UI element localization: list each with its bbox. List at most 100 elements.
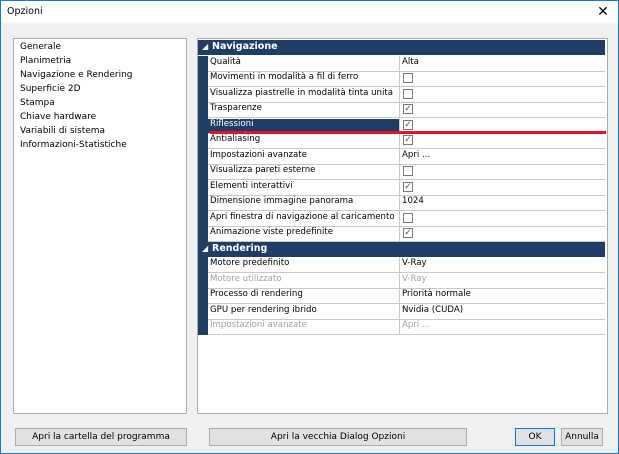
property-row[interactable]: Impostazioni avanzate Apri ... [198,319,605,335]
property-row[interactable]: Elementi interattivi ✓ [198,179,605,196]
column-divider [399,257,400,273]
property-row[interactable]: Impostazioni avanzate Apri ... [198,148,605,165]
nav-item[interactable]: Navigazione e Rendering [20,70,133,80]
column-divider [399,288,400,304]
options-category-list: Generale Planimetria Navigazione e Renderi… [13,38,187,414]
row-gutter [198,257,208,273]
property-name: Visualizza pareti esterne [210,165,316,175]
nav-item[interactable]: Informazioni-Statistiche [20,140,127,150]
property-value[interactable]: Alta [402,57,419,71]
cancel-button[interactable]: Annulla [561,428,603,446]
nav-item[interactable]: Variabili di sistema [20,126,105,136]
nav-item[interactable]: Superficie 2D [20,84,81,94]
column-divider [399,164,400,180]
property-name: Visualizza piastrelle in modalità tinta … [210,87,393,98]
nav-item[interactable]: Chiave hardware [20,112,96,122]
property-value[interactable]: 1024 [402,196,424,210]
property-row[interactable]: Apri finestra di navigazione al caricame… [198,210,605,227]
nav-item[interactable]: Generale [20,42,61,52]
category-header[interactable]: ◢ Rendering [198,241,605,257]
property-row[interactable]: Movimenti in modalità a fil di ferro [198,71,605,87]
row-gutter [198,102,208,118]
row-gutter [198,71,208,87]
property-name: GPU per rendering ibrido [210,304,317,315]
annotation-red-line [210,131,606,134]
property-name: Antialiasing [210,134,261,144]
category-label: Navigazione [212,41,278,52]
property-row[interactable]: Antialiasing ✓ [198,133,605,149]
options-dialog: Opzioni ✕ Generale Planimetria Navigazione… [0,0,619,454]
property-checkbox[interactable] [403,88,413,99]
row-gutter [198,195,208,211]
row-gutter [198,133,208,149]
category-label: Rendering [212,242,268,254]
property-checkbox[interactable]: ✓ [403,228,413,238]
property-name: Trasparenze [210,103,262,113]
row-gutter [198,319,208,335]
property-name: Dimensione immagine panorama [210,196,354,206]
column-divider [399,55,400,72]
property-row[interactable]: Processo di rendering Priorità normale [198,288,605,304]
row-gutter [198,303,208,320]
property-checkbox[interactable]: ✓ [403,104,413,114]
property-checkbox[interactable]: ✓ [403,135,413,145]
category-header[interactable]: ◢ Navigazione [198,40,605,55]
property-row[interactable]: Visualizza piastrelle in modalità tinta … [198,86,605,103]
property-row[interactable]: Qualità Alta [198,55,605,72]
row-gutter [198,148,208,165]
property-value[interactable]: V-Ray [402,258,427,272]
property-row[interactable]: Dimensione immagine panorama 1024 [198,195,605,211]
column-divider [399,210,400,227]
property-row[interactable]: Motore predefinito V-Ray [198,257,605,273]
row-gutter [198,272,208,289]
column-divider [399,148,400,165]
row-gutter [198,164,208,180]
property-value: Apri ... [402,320,431,330]
open-program-folder-button[interactable]: Apri la cartella del programma [15,428,187,446]
property-name: Processo di rendering [210,289,303,299]
property-checkbox[interactable] [403,73,413,83]
property-grid: ◢ Navigazione Qualità Alta Movimenti in moda… [197,38,608,414]
collapse-triangle-icon[interactable]: ◢ [202,244,208,253]
column-divider [399,303,400,320]
row-gutter [198,210,208,227]
title-bar: Opzioni ✕ [1,1,618,23]
open-old-dialog-button[interactable]: Apri la vecchia Dialog Opzioni [209,428,467,446]
property-name: Apri finestra di navigazione al caricame… [210,211,396,222]
row-gutter [198,226,208,242]
property-value[interactable]: Priorità normale [402,289,471,303]
collapse-triangle-icon[interactable]: ◢ [202,42,208,51]
property-value: V-Ray [402,273,427,284]
property-value[interactable]: Nvidia (CUDA) [402,305,463,319]
nav-item[interactable]: Planimetria [20,56,71,66]
property-row[interactable]: GPU per rendering ibrido Nvidia (CUDA) [198,303,605,320]
column-divider [399,319,400,335]
column-divider [399,102,400,118]
ok-button[interactable]: OK [515,428,555,446]
nav-item[interactable]: Stampa [20,98,55,108]
property-name: Movimenti in modalità a fil di ferro [210,72,359,82]
property-row[interactable]: Visualizza pareti esterne [198,164,605,180]
property-checkbox[interactable]: ✓ [403,119,413,130]
property-name: Motore utilizzato [210,273,282,284]
row-gutter [198,179,208,196]
column-divider [399,226,400,242]
property-name: Impostazioni avanzate [210,320,307,330]
row-gutter [198,117,208,134]
property-row[interactable]: Trasparenze ✓ [198,102,605,118]
column-divider [399,179,400,196]
property-name: Qualità [210,56,241,67]
property-row[interactable]: Motore utilizzato V-Ray [198,272,605,289]
property-value[interactable]: Apri ... [402,150,430,164]
close-icon[interactable]: ✕ [592,3,614,21]
property-checkbox[interactable] [403,212,413,223]
column-divider [399,133,400,149]
property-checkbox[interactable] [403,166,413,176]
property-row[interactable]: Animazione viste predefinite ✓ [198,226,605,242]
column-divider [399,195,400,211]
window-title: Opzioni [7,6,43,17]
property-checkbox[interactable]: ✓ [403,181,413,192]
property-name: Impostazioni avanzate [210,149,307,160]
column-divider [399,272,400,289]
row-gutter [198,86,208,103]
